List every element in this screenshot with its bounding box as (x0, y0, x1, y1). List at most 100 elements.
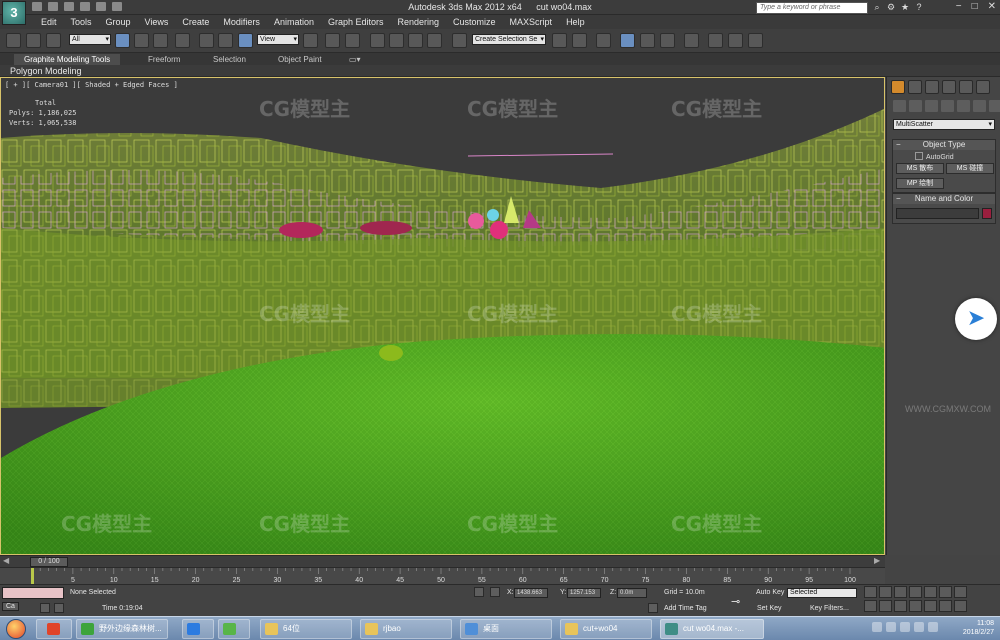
subscription-icon[interactable]: ⚙ (886, 2, 896, 12)
taskbar-item-3dsmax[interactable]: cut wo04.max -... (660, 619, 764, 639)
name-color-header[interactable]: Name and Color (893, 194, 995, 204)
tab-selection[interactable]: Selection (203, 54, 256, 65)
cameras-icon[interactable] (941, 100, 954, 112)
reference-coordinate-dropdown[interactable]: View (257, 34, 299, 45)
pan-icon[interactable] (939, 600, 952, 612)
left-taskbar-label[interactable]: Ca (2, 602, 19, 611)
absolute-mode-icon[interactable] (490, 587, 500, 597)
y-coordinate-field[interactable]: 1257.153 (567, 588, 601, 598)
favorites-icon[interactable]: ★ (900, 2, 910, 12)
menu-customize[interactable]: Customize (446, 16, 503, 28)
time-slider-thumb[interactable]: 0 / 100 (30, 557, 68, 567)
select-by-name-icon[interactable] (134, 33, 149, 48)
named-selection-dropdown[interactable]: Create Selection Se (472, 34, 546, 45)
language-icon[interactable] (900, 622, 910, 632)
menu-animation[interactable]: Animation (267, 16, 321, 28)
menu-edit[interactable]: Edit (34, 16, 64, 28)
redo-icon[interactable] (26, 33, 41, 48)
key-mode-dropdown[interactable]: Selected (787, 588, 857, 598)
mp-paint-button[interactable]: MP 绘制 (896, 178, 944, 189)
align-icon[interactable] (572, 33, 587, 48)
menu-graph-editors[interactable]: Graph Editors (321, 16, 391, 28)
slider-next-icon[interactable]: ▶ (874, 556, 880, 565)
menu-group[interactable]: Group (99, 16, 138, 28)
camera-viewport[interactable]: [ + ][ Camera01 ][ Shaded + Edged Faces … (0, 77, 885, 555)
taskbar-browser-icon[interactable] (36, 619, 72, 639)
viewport-label[interactable]: [ + ][ Camera01 ][ Shaded + Edged Faces … (5, 81, 178, 89)
notification-icon[interactable] (914, 622, 924, 632)
taskbar-item[interactable] (182, 619, 214, 639)
app-logo-button[interactable]: 3 (2, 1, 26, 25)
help-icon[interactable]: ? (914, 2, 924, 12)
go-to-end-icon[interactable] (924, 586, 937, 598)
close-icon[interactable]: ✕ (988, 1, 996, 12)
maximize-icon[interactable]: □ (972, 1, 978, 12)
selection-lock-icon[interactable] (54, 603, 64, 613)
select-move-icon[interactable] (199, 33, 214, 48)
auto-key-button[interactable]: Auto Key (756, 589, 784, 596)
tab-object-paint[interactable]: Object Paint (268, 54, 332, 65)
zoom-extents-icon[interactable] (894, 600, 907, 612)
create-tab-icon[interactable] (891, 80, 905, 94)
unlink-icon[interactable] (46, 33, 61, 48)
volume-icon[interactable] (886, 622, 896, 632)
key-icon[interactable]: ⊸ (731, 595, 740, 608)
menu-rendering[interactable]: Rendering (391, 16, 447, 28)
tab-graphite-modeling-tools[interactable]: Graphite Modeling Tools (14, 54, 121, 65)
taskbar-item[interactable]: rjbao (360, 619, 452, 639)
motion-tab-icon[interactable] (942, 80, 956, 94)
current-frame-marker[interactable] (31, 568, 34, 585)
rendered-frame-icon[interactable] (728, 33, 743, 48)
previous-frame-icon[interactable] (879, 586, 892, 598)
display-tab-icon[interactable] (959, 80, 973, 94)
ms-scatter-button[interactable]: MS 散布 (896, 163, 944, 174)
polygon-modeling-panel[interactable]: Polygon Modeling (10, 66, 82, 76)
undo-icon[interactable] (6, 33, 21, 48)
helpers-icon[interactable] (957, 100, 970, 112)
go-to-start-icon[interactable] (864, 586, 877, 598)
snaps-toggle-icon[interactable] (370, 33, 385, 48)
select-rotate-icon[interactable] (218, 33, 233, 48)
key-filters-button[interactable]: Key Filters... (810, 605, 849, 612)
object-color-swatch[interactable] (982, 208, 992, 219)
hierarchy-tab-icon[interactable] (925, 80, 939, 94)
object-type-header[interactable]: Object Type (893, 140, 995, 150)
action-center-icon[interactable] (928, 622, 938, 632)
add-time-tag-button[interactable]: Add Time Tag (664, 605, 707, 612)
zoom-icon[interactable] (864, 600, 877, 612)
keyboard-shortcut-icon[interactable] (345, 33, 360, 48)
object-name-input[interactable] (896, 208, 979, 219)
maxscript-listener[interactable] (2, 587, 64, 599)
ms-collision-button[interactable]: MS 碰撞 (946, 163, 994, 174)
zoom-extents-all-icon[interactable] (909, 600, 922, 612)
time-tag-icon[interactable] (648, 603, 658, 613)
taskbar-item[interactable]: 64位 (260, 619, 352, 639)
angle-snap-icon[interactable] (389, 33, 404, 48)
rectangle-selection-icon[interactable] (153, 33, 168, 48)
system-clock[interactable]: 11:08 2018/2/27 (948, 619, 994, 637)
taskbar-item[interactable] (218, 619, 250, 639)
space-warps-icon[interactable] (973, 100, 986, 112)
select-scale-icon[interactable] (238, 33, 253, 48)
taskbar-item[interactable]: 桌面 (460, 619, 552, 639)
time-slider[interactable]: ◀ 0 / 100 ▶ (0, 555, 885, 567)
menu-views[interactable]: Views (138, 16, 176, 28)
object-category-dropdown[interactable]: MultiScatter (893, 119, 995, 130)
open-file-icon[interactable] (48, 2, 58, 11)
network-icon[interactable] (872, 622, 882, 632)
select-object-icon[interactable] (115, 33, 130, 48)
utilities-tab-icon[interactable] (976, 80, 990, 94)
menu-create[interactable]: Create (175, 16, 216, 28)
menu-tools[interactable]: Tools (64, 16, 99, 28)
new-file-icon[interactable] (32, 2, 42, 11)
percent-snap-icon[interactable] (408, 33, 423, 48)
spinner-snap-icon[interactable] (427, 33, 442, 48)
mirror-icon[interactable] (552, 33, 567, 48)
geometry-icon[interactable] (893, 100, 906, 112)
help-search-input[interactable]: Type a keyword or phrase (756, 2, 868, 14)
selection-filter-dropdown[interactable]: All (69, 34, 111, 45)
render-production-icon[interactable] (748, 33, 763, 48)
curve-editor-icon[interactable] (640, 33, 655, 48)
isolate-icon[interactable] (40, 603, 50, 613)
undo-icon[interactable] (80, 2, 90, 11)
